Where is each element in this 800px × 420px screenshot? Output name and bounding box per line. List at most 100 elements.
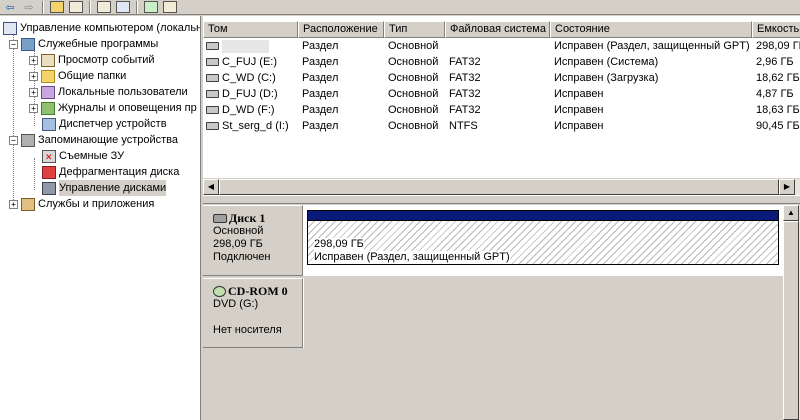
volume-row[interactable]: D_WD (F:) Раздел Основной FAT32 Исправен… [203,102,800,118]
pane-splitter[interactable] [203,196,800,204]
volume-row[interactable]: D_FUJ (D:) Раздел Основной FAT32 Исправе… [203,86,800,102]
properties-icon[interactable] [96,0,112,14]
volume-name: C_WD (C:) [222,72,276,84]
tree-item-device-manager[interactable]: Диспетчер устройств [42,116,167,132]
volume-name-cell: St_serg_d (I:) [203,118,298,134]
volume-location: Раздел [302,40,339,52]
tree-item-system-tools[interactable]: − Служебные программы [9,36,158,52]
hard-disk-icon [213,214,227,223]
volume-status: Исправен (Система) [554,56,659,68]
removable-storage-icon [42,149,56,165]
tree-item-services[interactable]: + Службы и приложения [9,196,154,212]
disk-info[interactable]: CD-ROM 0 DVD (G:) Нет носителя [203,278,303,348]
export-icon[interactable] [162,0,178,14]
disk-row-disk1[interactable]: Диск 1 Основной 298,09 ГБ Подключен 298,… [203,205,783,276]
disk-pane-vertical-scrollbar[interactable]: ▲ [783,205,800,420]
volume-location: Раздел [302,104,339,116]
disk-row-cdrom0[interactable]: CD-ROM 0 DVD (G:) Нет носителя [203,278,783,348]
cd-drive-icon [213,286,226,297]
storage-icon [21,133,35,147]
tree-line [34,158,35,190]
tree-item-defragmenter[interactable]: Дефрагментация диска [42,164,179,180]
volume-name-cell: D_FUJ (D:) [203,86,298,102]
defragmenter-icon [42,165,56,179]
collapse-icon[interactable]: − [9,39,18,49]
volume-location: Раздел [302,56,339,68]
tree-line [13,30,14,206]
expand-icon[interactable]: + [29,87,38,97]
volume-location: Раздел [302,88,339,100]
column-header-type[interactable]: Тип [384,21,445,38]
scroll-right-icon[interactable]: ▶ [779,179,795,195]
expand-icon[interactable]: + [9,199,18,209]
tree-item-storage[interactable]: − Запоминающие устройства [9,132,178,148]
scroll-left-icon[interactable]: ◀ [203,179,219,195]
volume-name: C_FUJ (E:) [222,56,277,68]
tree-item-label: Съемные ЗУ [59,150,125,162]
volume-icon [206,90,219,98]
device-manager-icon [42,117,56,131]
volume-row[interactable]: C_WD (C:) Раздел Основной FAT32 Исправен… [203,70,800,86]
volume-row[interactable]: Раздел Основной Исправен (Раздел, защище… [203,38,800,54]
volume-row[interactable]: C_FUJ (E:) Раздел Основной FAT32 Исправе… [203,54,800,70]
volume-list[interactable]: Том Расположение Тип Файловая система Со… [203,16,800,196]
volume-capacity: 4,87 ГБ [756,88,794,100]
back-icon[interactable]: ⇦ [2,0,18,14]
tree-item-removable-storage[interactable]: Съемные ЗУ [42,148,125,165]
cdrom-media-area [303,278,783,348]
volume-type: Основной [388,40,439,52]
volume-status: Исправен (Загрузка) [554,72,659,84]
volume-icon [206,106,219,114]
tree-item-shared-folders[interactable]: + Общие папки [29,68,126,84]
column-header-volume[interactable]: Том [203,21,298,38]
volume-row[interactable]: St_serg_d (I:) Раздел Основной NTFS Испр… [203,118,800,134]
volume-fs [445,38,550,54]
tree-item-label: Дефрагментация диска [59,166,180,178]
column-header-layout[interactable]: Расположение [298,21,384,38]
tree-item-computer-management[interactable]: Управление компьютером (локальны [3,20,200,36]
disk-state: Подключен [213,251,271,263]
partition-block[interactable]: 298,09 ГБ Исправен (Раздел, защищенный G… [307,221,779,265]
scroll-thumb[interactable] [219,179,779,195]
tree-item-label: Управление дисками [59,180,167,196]
volume-status: Исправен [554,120,604,132]
expand-icon[interactable]: + [29,103,38,113]
expand-icon[interactable]: + [29,55,38,65]
scroll-thumb[interactable] [783,221,799,420]
volume-fs: FAT32 [449,72,481,84]
tree-item-label: Локальные пользователи [58,86,188,98]
tree-item-logs-alerts[interactable]: + Журналы и оповещения пр [29,100,197,116]
tree-item-label: Просмотр событий [58,54,155,66]
toolbar-separator [136,0,138,14]
collapse-icon[interactable]: − [9,135,18,145]
volume-name-cell [203,38,298,54]
forward-icon[interactable]: ⇨ [21,0,37,14]
column-header-capacity[interactable]: Емкость [752,21,800,38]
console-tree[interactable]: Управление компьютером (локальны − Служе… [0,16,201,420]
volume-status: Исправен (Раздел, защищенный GPT) [554,40,750,52]
tree-item-local-users[interactable]: + Локальные пользователи [29,84,188,100]
services-icon [21,197,35,211]
disk-info[interactable]: Диск 1 Основной 298,09 ГБ Подключен [203,205,303,276]
expand-icon[interactable]: + [29,71,38,81]
help-icon[interactable] [115,0,131,14]
disk-graphic-pane[interactable]: Диск 1 Основной 298,09 ГБ Подключен 298,… [203,205,783,420]
tree-item-event-viewer[interactable]: + Просмотр событий [29,52,155,68]
volume-type: Основной [388,104,439,116]
tree-item-disk-management[interactable]: Управление дисками [42,180,167,196]
show-hide-tree-icon[interactable] [68,0,84,14]
volume-type: Основной [388,88,439,100]
volume-capacity: 18,62 ГБ [756,72,800,84]
scroll-up-icon[interactable]: ▲ [783,205,799,221]
volume-name: St_serg_d (I:) [222,120,289,132]
column-header-file-system[interactable]: Файловая система [445,21,550,38]
disk-type: Основной [213,225,264,237]
refresh-icon[interactable] [143,0,159,14]
column-header-status[interactable]: Состояние [550,21,752,38]
volume-list-horizontal-scrollbar[interactable]: ◀ ▶ [203,178,800,195]
computer-icon [3,21,17,35]
toolbar: ⇦ ⇨ [0,0,800,15]
disk-title: CD-ROM 0 [213,285,302,298]
up-folder-icon[interactable] [49,0,65,14]
volume-type: Основной [388,72,439,84]
